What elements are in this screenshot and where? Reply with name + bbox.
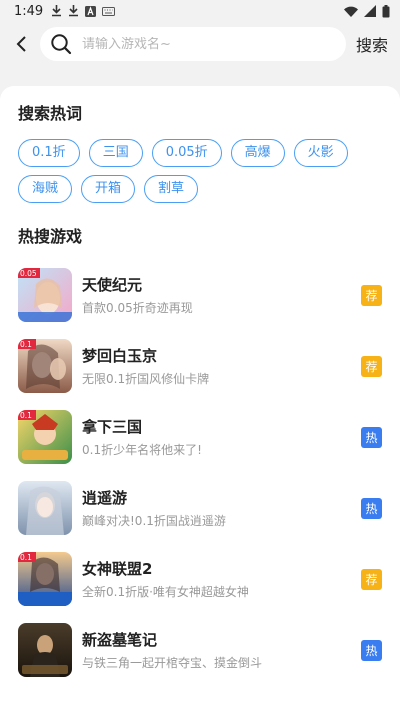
hot-games-list: 0.05 天使纪元 首款0.05折奇迹再现 荐 0.1 梦回白玉京 无限0.1折… bbox=[18, 259, 382, 685]
game-name: 拿下三国 bbox=[82, 417, 143, 436]
a-icon bbox=[85, 5, 97, 17]
game-desc: 与铁三角一起开棺夺宝、摸金倒斗 bbox=[82, 655, 263, 670]
game-info: 天使纪元 首款0.05折奇迹再现 bbox=[82, 274, 382, 316]
goddess-game-icon: 0.1 bbox=[18, 551, 72, 606]
hot-word-tag[interactable]: 火影 bbox=[293, 139, 348, 167]
game-desc: 首款0.05折奇迹再现 bbox=[82, 300, 193, 315]
game-name: 逍遥游 bbox=[82, 488, 128, 507]
threekingdoms-game-icon: 0.1 bbox=[18, 409, 72, 464]
search-box[interactable] bbox=[40, 27, 346, 61]
hot-badge: 热 bbox=[361, 498, 382, 519]
hot-badge: 热 bbox=[361, 640, 382, 661]
search-input[interactable] bbox=[82, 36, 336, 52]
game-info: 拿下三国 0.1折少年名将他来了! bbox=[82, 416, 382, 458]
icon-discount-label: 0.1 bbox=[20, 553, 32, 562]
game-name: 天使纪元 bbox=[82, 275, 143, 294]
status-time: 1:49 bbox=[14, 3, 44, 19]
status-left: 1:49 bbox=[14, 3, 116, 19]
icon-discount-label: 0.05 bbox=[20, 269, 37, 278]
game-info: 梦回白玉京 无限0.1折国风修仙卡牌 bbox=[82, 345, 382, 387]
battery-icon bbox=[382, 4, 390, 17]
icon-discount-label: 0.1 bbox=[20, 411, 32, 420]
game-name: 新盗墓笔记 bbox=[82, 630, 158, 649]
hot-word-tag[interactable]: 高爆 bbox=[230, 139, 285, 167]
status-notification-icons bbox=[51, 5, 116, 17]
game-desc: 巅峰对决!0.1折国战逍遥游 bbox=[82, 513, 226, 528]
hot-word-tag[interactable]: 割草 bbox=[144, 175, 199, 203]
game-item[interactable]: 逍遥游 巅峰对决!0.1折国战逍遥游 热 bbox=[18, 472, 382, 543]
game-desc: 全新0.1折版·唯有女神超越女神 bbox=[82, 584, 249, 599]
content-panel: 搜索热词 0.1折 三国 0.05折 高爆 火影 海贼 开箱 割草 热搜游戏 0… bbox=[0, 86, 400, 710]
icon-discount-label: 0.1 bbox=[20, 340, 32, 349]
search-button[interactable]: 搜索 bbox=[354, 32, 390, 56]
hot-word-tag[interactable]: 开箱 bbox=[81, 175, 136, 203]
game-item[interactable]: 0.1 女神联盟2 全新0.1折版·唯有女神超越女神 荐 bbox=[18, 543, 382, 614]
hot-badge: 热 bbox=[361, 427, 382, 448]
status-bar: 1:49 bbox=[0, 0, 400, 22]
game-name: 女神联盟2 bbox=[82, 559, 153, 578]
game-item[interactable]: 0.05 天使纪元 首款0.05折奇迹再现 荐 bbox=[18, 259, 382, 330]
game-item[interactable]: 0.1 梦回白玉京 无限0.1折国风修仙卡牌 荐 bbox=[18, 330, 382, 401]
search-icon bbox=[51, 34, 72, 55]
back-arrow-icon bbox=[16, 36, 26, 52]
game-info: 女神联盟2 全新0.1折版·唯有女神超越女神 bbox=[82, 558, 382, 600]
fantasy-game-icon: 0.1 bbox=[18, 338, 72, 393]
recommend-badge: 荐 bbox=[361, 285, 382, 306]
xiaoyao-game-icon bbox=[18, 480, 72, 535]
hot-games-title: 热搜游戏 bbox=[18, 227, 83, 246]
signal-icon bbox=[364, 5, 376, 17]
hot-word-tag[interactable]: 0.05折 bbox=[151, 139, 222, 167]
game-item[interactable]: 0.1 拿下三国 0.1折少年名将他来了! 热 bbox=[18, 401, 382, 472]
download-icon bbox=[69, 5, 79, 17]
keyboard-icon bbox=[102, 6, 116, 16]
recommend-badge: 荐 bbox=[361, 356, 382, 377]
download-icon bbox=[52, 5, 62, 17]
game-info: 新盗墓笔记 与铁三角一起开棺夺宝、摸金倒斗 bbox=[82, 629, 382, 671]
hot-word-tag[interactable]: 海贼 bbox=[18, 175, 73, 203]
game-info: 逍遥游 巅峰对决!0.1折国战逍遥游 bbox=[82, 487, 382, 529]
status-right bbox=[344, 4, 390, 18]
tombraider-game-icon bbox=[18, 622, 72, 677]
back-button[interactable] bbox=[8, 31, 34, 57]
recommend-badge: 荐 bbox=[361, 569, 382, 590]
game-item[interactable]: 新盗墓笔记 与铁三角一起开棺夺宝、摸金倒斗 热 bbox=[18, 614, 382, 685]
hot-word-tag[interactable]: 三国 bbox=[88, 139, 143, 167]
search-bar: 搜索 bbox=[0, 22, 400, 66]
hot-word-tag[interactable]: 0.1折 bbox=[18, 139, 80, 167]
game-desc: 0.1折少年名将他来了! bbox=[82, 442, 202, 457]
hot-words-title: 搜索热词 bbox=[18, 104, 83, 123]
hot-words-tags: 0.1折 三国 0.05折 高爆 火影 海贼 开箱 割草 bbox=[18, 139, 348, 203]
game-desc: 无限0.1折国风修仙卡牌 bbox=[82, 371, 210, 386]
game-name: 梦回白玉京 bbox=[82, 346, 158, 365]
wifi-icon bbox=[344, 6, 358, 17]
angel-game-icon: 0.05 bbox=[18, 267, 72, 322]
